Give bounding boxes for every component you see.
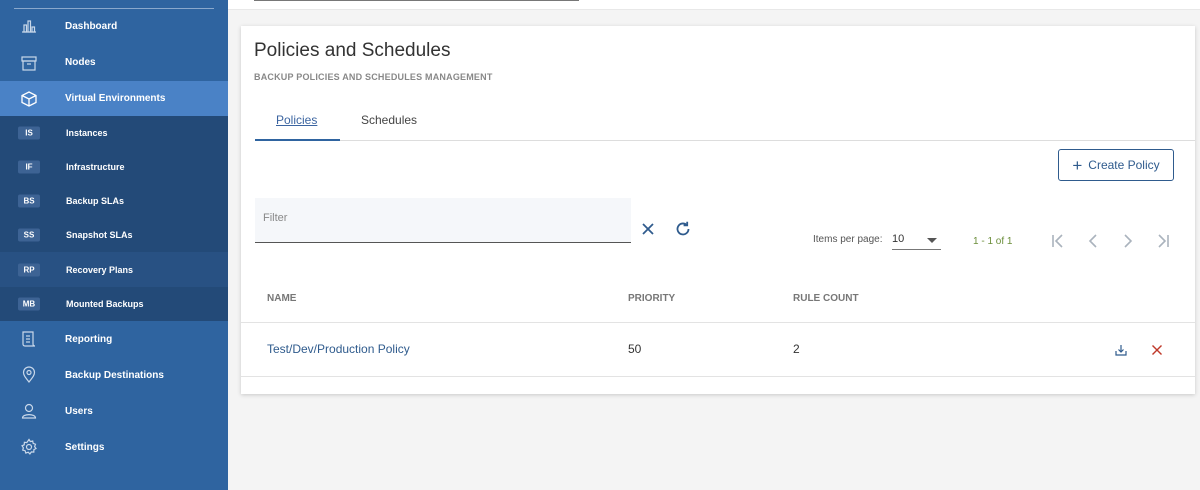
policies-card: Policies and Schedules BACKUP POLICIES A… [241, 26, 1195, 394]
active-tab-indicator [255, 139, 340, 141]
sidebar-item-label: Nodes [65, 57, 96, 68]
user-icon [21, 403, 37, 419]
sidebar-item-nodes[interactable]: Nodes [0, 44, 228, 81]
sidebar-item-backup-destinations[interactable]: Backup Destinations [0, 357, 228, 393]
top-bar [228, 0, 1200, 10]
items-per-page-label: Items per page: [813, 234, 883, 245]
top-bar-underline [254, 0, 579, 1]
sidebar-subitem-label: Recovery Plans [66, 264, 134, 275]
chevron-down-icon [927, 238, 937, 243]
sidebar-subitem-snapshot-slas[interactable]: SS Snapshot SLAs [0, 218, 228, 252]
sidebar-subitem-recovery-plans[interactable]: RP Recovery Plans [0, 252, 228, 287]
previous-page-icon[interactable] [1084, 232, 1102, 250]
sidebar-item-label: Users [65, 405, 93, 417]
sidebar-subitem-mounted-backups[interactable]: MB Mounted Backups [0, 287, 228, 321]
archive-box-icon [21, 55, 37, 71]
column-header-priority[interactable]: PRIORITY [628, 293, 675, 304]
page-subtitle: BACKUP POLICIES AND SCHEDULES MANAGEMENT [254, 72, 493, 82]
abbr-badge: RP [18, 263, 40, 276]
first-page-icon[interactable] [1049, 232, 1067, 250]
sidebar-subitem-label: Mounted Backups [66, 299, 144, 309]
sidebar-item-reporting[interactable]: Reporting [0, 321, 228, 357]
sidebar-item-label: Reporting [65, 333, 113, 345]
location-pin-icon [22, 366, 36, 383]
filter-field[interactable] [255, 198, 631, 243]
tab-bar: Policies Schedules [255, 106, 1195, 141]
sidebar-item-label: Virtual Environments [65, 93, 166, 104]
refresh-icon[interactable] [674, 220, 692, 238]
create-policy-button[interactable]: + Create Policy [1058, 149, 1174, 181]
sidebar-subitem-infrastructure[interactable]: IF Infrastructure [0, 150, 228, 184]
next-page-icon[interactable] [1119, 232, 1137, 250]
abbr-badge: SS [18, 228, 40, 242]
gear-icon [21, 438, 37, 455]
column-header-rule-count[interactable]: RULE COUNT [793, 293, 859, 304]
sidebar-subitem-label: Snapshot SLAs [66, 230, 133, 240]
create-policy-label: Create Policy [1088, 158, 1160, 172]
sidebar-item-settings[interactable]: Settings [0, 429, 228, 465]
page-title: Policies and Schedules [254, 40, 451, 61]
sidebar-subitem-label: Instances [66, 128, 108, 138]
table-header: NAME PRIORITY RULE COUNT [241, 281, 1195, 323]
plus-icon: + [1072, 155, 1083, 175]
sidebar-item-virtual-environments[interactable]: Virtual Environments [0, 81, 228, 116]
abbr-badge: MB [18, 297, 40, 311]
column-header-name[interactable]: NAME [267, 293, 296, 304]
delete-icon[interactable] [1150, 343, 1164, 357]
download-icon[interactable] [1114, 343, 1128, 357]
items-per-page-select[interactable]: 10 [892, 230, 941, 250]
tab-policies[interactable]: Policies [276, 113, 317, 127]
bar-chart-icon [22, 20, 36, 33]
last-page-icon[interactable] [1154, 232, 1172, 250]
table-row[interactable]: Test/Dev/Production Policy 50 2 [241, 323, 1195, 377]
items-per-page-value: 10 [892, 233, 905, 245]
clear-filter-icon[interactable] [640, 221, 656, 237]
sidebar-item-label: Backup Destinations [65, 369, 164, 381]
sidebar-item-dashboard[interactable]: Dashboard [0, 8, 228, 44]
sidebar: Dashboard Nodes Virtual Environments IS … [0, 0, 228, 490]
sidebar-subitem-instances[interactable]: IS Instances [0, 116, 228, 150]
sidebar-item-label: Settings [65, 441, 105, 453]
abbr-badge: IF [18, 160, 40, 174]
sidebar-subitem-backup-slas[interactable]: BS Backup SLAs [0, 184, 228, 218]
abbr-badge: IS [18, 126, 40, 140]
policy-name-link[interactable]: Test/Dev/Production Policy [267, 342, 410, 356]
report-icon [22, 331, 36, 347]
policy-priority: 50 [628, 342, 642, 356]
sidebar-item-label: Dashboard [65, 20, 118, 32]
sidebar-subitem-label: Infrastructure [66, 162, 125, 172]
sidebar-item-users[interactable]: Users [0, 393, 228, 429]
abbr-badge: BS [18, 194, 40, 208]
sidebar-subitem-label: Backup SLAs [66, 196, 125, 206]
cube-icon [21, 90, 37, 107]
policy-rule-count: 2 [793, 342, 800, 356]
filter-input[interactable] [263, 212, 623, 224]
pagination-range: 1 - 1 of 1 [973, 236, 1013, 247]
tab-schedules[interactable]: Schedules [361, 113, 417, 127]
